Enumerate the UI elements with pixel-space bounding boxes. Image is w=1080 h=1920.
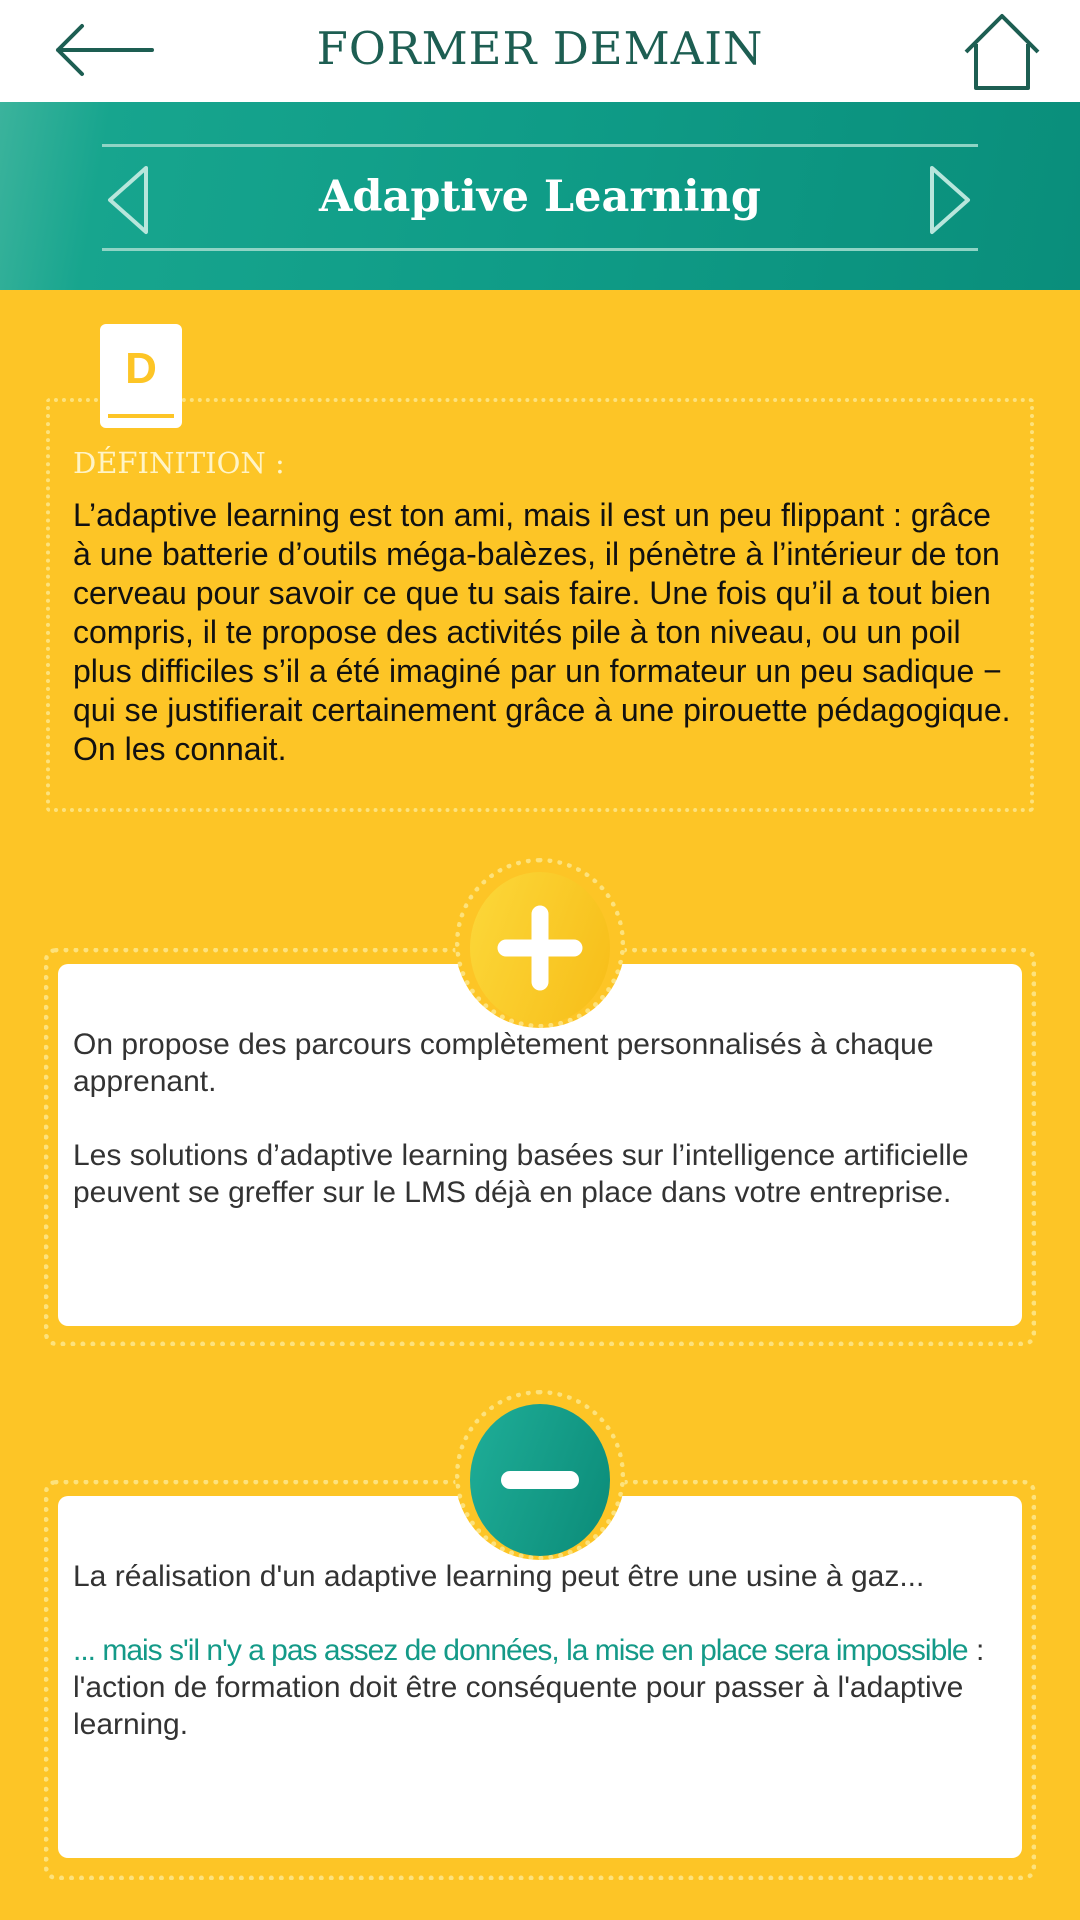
- book-page-line: [108, 414, 174, 418]
- topic-title: Adaptive Learning: [319, 172, 761, 222]
- triangle-right-icon: [930, 166, 970, 234]
- book-icon-letter: D: [125, 344, 157, 393]
- banner-divider-top: [102, 144, 978, 147]
- triangle-left-icon: [108, 166, 148, 234]
- cons-paragraph-2: ... mais s'il n'y a pas assez de données…: [73, 1632, 1013, 1743]
- back-button[interactable]: [52, 22, 162, 78]
- pros-badge: [470, 872, 610, 1024]
- cons-highlight: ... mais s'il n'y a pas assez de données…: [73, 1634, 969, 1667]
- app-title: FORMER DEMAIN: [316, 22, 764, 75]
- banner-divider-bottom: [102, 248, 978, 251]
- previous-topic-button[interactable]: [104, 164, 152, 236]
- top-bar: FORMER DEMAIN: [0, 0, 1080, 102]
- next-topic-button[interactable]: [926, 164, 974, 236]
- book-icon: D: [100, 324, 182, 428]
- cons-badge: [470, 1404, 610, 1556]
- definition-label: DÉFINITION :: [73, 446, 285, 480]
- arrow-left-icon: [56, 24, 154, 76]
- definition-text: L’adaptive learning est ton ami, mais il…: [73, 497, 1011, 767]
- pros-paragraph-1: On propose des parcours complètement per…: [73, 1028, 934, 1098]
- pros-paragraph-2: Les solutions d’adaptive learning basées…: [73, 1139, 969, 1209]
- topic-banner: Adaptive Learning: [0, 102, 1080, 290]
- cons-paragraph-1: La réalisation d'un adaptive learning pe…: [73, 1560, 925, 1593]
- home-button[interactable]: [962, 10, 1042, 92]
- plus-icon: [497, 905, 583, 991]
- minus-icon: [501, 1471, 579, 1489]
- home-icon: [964, 14, 1040, 90]
